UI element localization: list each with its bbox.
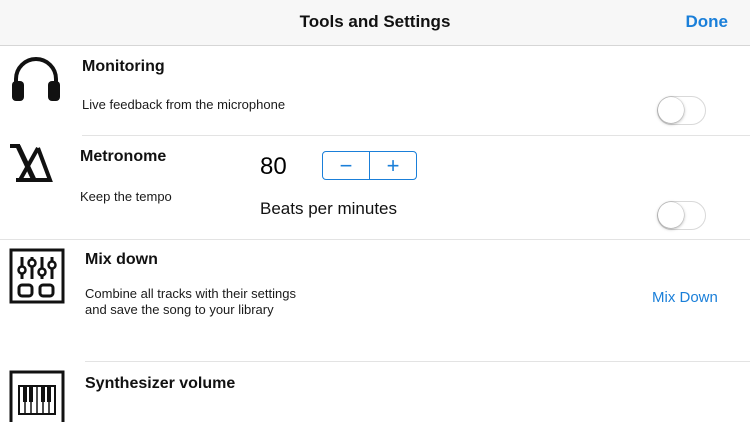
bpm-value: 80 xyxy=(260,153,287,180)
page-title: Tools and Settings xyxy=(299,12,451,31)
navigation-bar: Tools and Settings Done xyxy=(0,0,750,46)
mixdown-description-line1: Combine all tracks with their settings xyxy=(85,286,296,301)
divider xyxy=(0,239,750,240)
mix-down-button[interactable]: Mix Down xyxy=(652,289,718,306)
toggle-knob xyxy=(658,97,684,123)
synthesizer-title: Synthesizer volume xyxy=(85,375,236,392)
divider xyxy=(85,361,750,362)
metronome-title: Metronome xyxy=(80,148,167,165)
headphones-icon xyxy=(12,57,60,101)
mixdown-description-line2: and save the song to your library xyxy=(85,302,274,317)
bpm-stepper: − + xyxy=(322,151,417,180)
monitoring-title: Monitoring xyxy=(82,58,165,75)
done-button[interactable]: Done xyxy=(686,12,729,32)
metronome-icon xyxy=(10,144,53,182)
monitoring-toggle[interactable] xyxy=(657,96,706,125)
monitoring-description: Live feedback from the microphone xyxy=(82,97,286,112)
piano-icon xyxy=(9,370,65,422)
mixdown-title: Mix down xyxy=(85,251,158,268)
bpm-increment-button[interactable]: + xyxy=(370,152,416,179)
divider xyxy=(82,135,750,136)
bpm-decrement-button[interactable]: − xyxy=(323,152,370,179)
mixer-icon xyxy=(9,248,65,304)
toggle-knob xyxy=(658,202,684,228)
bpm-unit-label: Beats per minutes xyxy=(260,199,398,218)
metronome-toggle[interactable] xyxy=(657,201,706,230)
metronome-description: Keep the tempo xyxy=(80,189,172,204)
